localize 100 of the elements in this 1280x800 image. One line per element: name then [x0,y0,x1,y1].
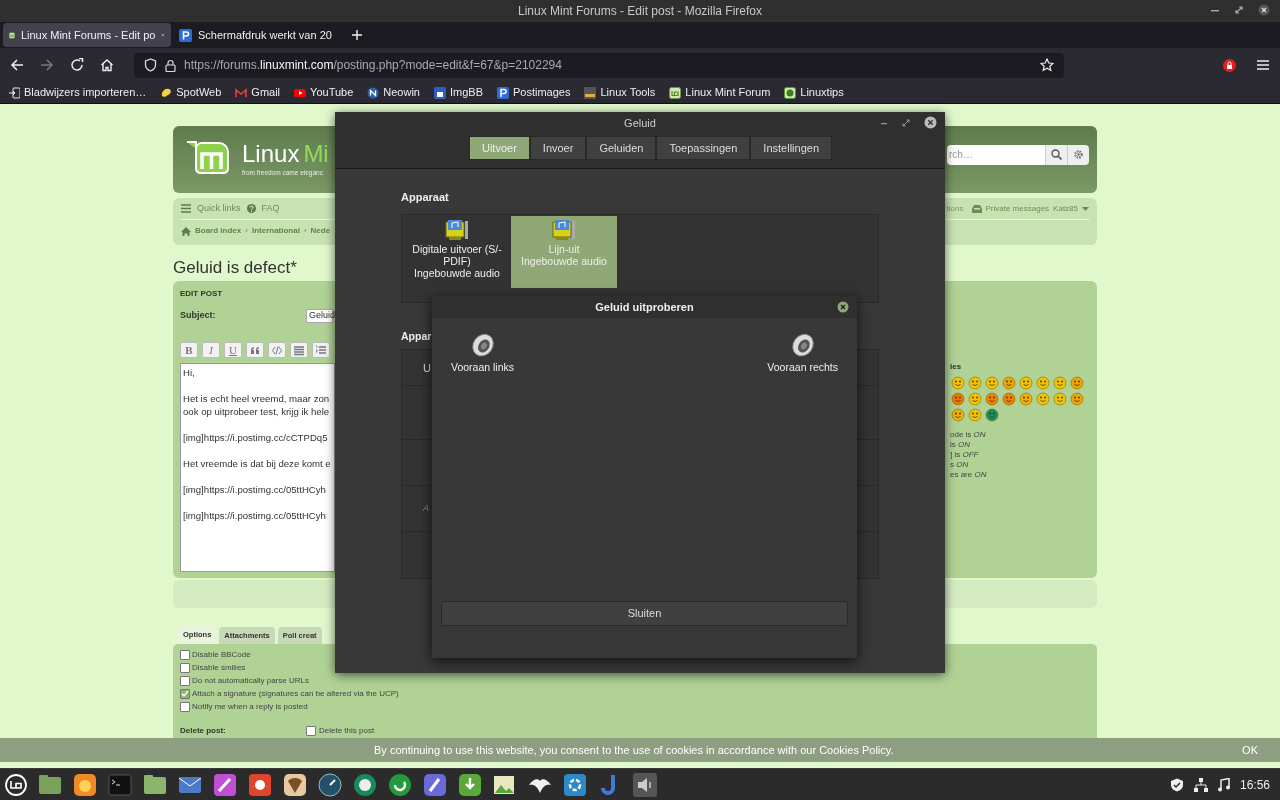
smiley-icon[interactable] [984,392,1000,406]
paintbrush-icon[interactable] [213,772,237,797]
mint-menu-icon[interactable] [5,773,27,796]
bookmark[interactable]: Gmail [235,83,281,102]
row-label: U [423,360,431,376]
smiley-icon[interactable] [967,408,983,422]
maximize-icon[interactable] [902,118,910,127]
shield-icon[interactable] [1169,777,1184,792]
close-icon[interactable] [924,116,937,129]
checkbox[interactable] [180,701,190,712]
format-button[interactable] [312,342,330,358]
close-button[interactable]: Sluiten [441,601,848,626]
section-heading: ies [950,361,962,373]
folder-icon[interactable] [38,772,62,797]
smiley-icon[interactable] [1052,392,1068,406]
star-icon[interactable] [1040,58,1054,72]
smiley-icon[interactable] [1069,376,1085,390]
device-label[interactable]: Digitale uitvoer (S/-PDIF) Ingebouwde audio [405,242,509,279]
terminal-icon[interactable] [108,772,132,797]
message-field[interactable]: Hi, Het is echt heel vreemd, maar zon ook op uitprobeer test, krijg ik hele [img]https://i.postimg.cc/cCTPDq5 Het vreemde is dat bij deze komt e [img]https://i.postimg.cc/05ttHCyh [img]https://i.postimg.cc/05ttHCyh [180,363,335,572]
window-title: Linux Mint Forums - Edit post - Mozilla Firefox [517,3,763,20]
checkbox[interactable] [180,662,190,673]
music-note-icon[interactable] [1217,777,1230,792]
browser-tab[interactable]: Schermafdruk werkt van 20 [173,23,341,47]
status-text: es are ON [950,470,987,480]
lemon-icon [160,86,173,99]
folder-icon[interactable] [143,772,167,797]
bookmark[interactable]: Linux Mint Forum [669,83,771,102]
back-arrow-icon[interactable] [10,58,24,72]
record-icon[interactable] [248,772,272,797]
cookie-notice: By continuing to use this website, you consent to the use of cookies in accordance with our Cookies Policy. [374,742,894,758]
bookmark[interactable]: ImgBB [434,83,483,102]
tab[interactable]: Invoer [529,136,587,160]
format-button[interactable] [268,342,286,358]
network-icon[interactable] [1193,777,1208,792]
smiley-icon[interactable] [1001,376,1017,390]
smiley-icon[interactable] [1052,376,1068,390]
speaker-icon[interactable] [633,772,657,797]
device-item[interactable]: Digitale uitvoer (S/-PDIF) Ingebouwde audio [404,215,510,288]
smiley-icon[interactable] [1018,376,1034,390]
settings-button[interactable] [1067,144,1089,165]
speaker-button[interactable]: Vooraan rechts [766,332,839,376]
bookmark[interactable]: SpotWeb [160,83,222,102]
smiley-icon[interactable] [950,408,966,422]
smiley-icon[interactable] [984,376,1000,390]
checkbox[interactable] [180,688,190,699]
smiley-icon[interactable] [1069,392,1085,406]
speaker-button[interactable]: Vooraan links [450,332,516,376]
format-button[interactable]: I [202,342,220,358]
home-icon[interactable] [100,58,114,72]
smiley-icon[interactable] [950,376,966,390]
format-button[interactable] [290,342,308,358]
format-button[interactable]: B [180,342,198,358]
section-heading: Apparaat [401,190,449,205]
reload-icon[interactable] [70,58,84,72]
maximize-icon[interactable] [1234,5,1244,15]
smiley-icon[interactable] [950,392,966,406]
gauge-icon[interactable] [318,772,342,797]
tab[interactable]: Toepassingen [656,136,751,160]
format-button[interactable]: U [224,342,242,358]
smiley-icon[interactable] [967,376,983,390]
settings-icon [1073,149,1084,160]
bookmark[interactable]: Postimages [497,83,571,102]
format-button[interactable] [246,342,264,358]
play-icon [294,86,307,99]
bookmark[interactable]: Bladwijzers importeren… [8,83,147,102]
browser-tab[interactable]: Linux Mint Forums - Edit po [3,23,171,47]
update-shield-icon[interactable] [458,772,482,797]
bookmark[interactable]: YouTube [294,83,354,102]
checkbox[interactable] [180,675,190,686]
clock: 16:56 [1239,776,1270,794]
mint-icon [669,86,682,99]
extension-lock-icon[interactable] [1223,58,1236,72]
tab[interactable]: Geluiden [586,136,657,160]
search-button[interactable] [1045,144,1067,165]
bookmark[interactable]: Linuxtips [784,83,844,102]
status-text: is ON [950,440,970,450]
address-bar[interactable]: https://forums.linuxmint.com/posting.php?mode=edit&f=67&p=2102294 [134,52,1064,78]
letter-p-icon [497,86,509,99]
smiley-icon[interactable] [1035,376,1051,390]
bookmark[interactable]: Linux Tools [584,83,656,102]
close-icon[interactable] [837,301,849,313]
smiley-icon[interactable] [1035,392,1051,406]
sound-card-icon [552,218,576,241]
menu-icon[interactable] [181,204,191,213]
close-icon[interactable] [1258,4,1270,16]
smiley-icon[interactable] [1001,392,1017,406]
bookmark[interactable]: Neowin [367,83,420,102]
caret-icon [1082,206,1089,211]
tab[interactable]: Instellingen [750,136,832,160]
smiley-icon[interactable] [984,408,1000,422]
plus-icon[interactable] [351,29,363,41]
checkbox[interactable] [306,726,316,736]
smiley-icon[interactable] [967,392,983,406]
smiley-icon[interactable] [1018,392,1034,406]
arrow-circle-icon[interactable] [388,772,412,797]
option-label: Notify me when a reply is posted [192,700,308,713]
dialog-title: Geluid uitproberen [595,299,694,315]
checkbox[interactable] [180,649,190,660]
logo-word: Linux [242,141,300,166]
